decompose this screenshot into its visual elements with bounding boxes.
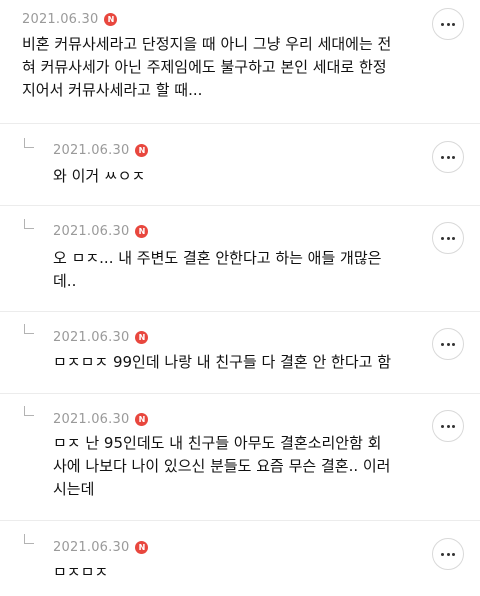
reply-arrow-icon: [24, 138, 34, 148]
comment-text: ㅁㅈ 난 95인데도 내 친구들 아무도 결혼소리안함 회 사에 나보다 나이 …: [53, 434, 391, 498]
reply-comment-item: 2021.06.30 N 오 ㅁㅈ... 내 주변도 결혼 안한다고 하는 애들…: [0, 206, 480, 311]
comment-text: ㅁㅈㅁㅈ: [53, 563, 109, 581]
reply-comment-item: 2021.06.30 N ㅁㅈ 난 95인데도 내 친구들 아무도 결혼소리안함…: [0, 394, 480, 520]
comment-meta: 2021.06.30 N: [53, 540, 149, 555]
comment-date: 2021.06.30: [53, 224, 130, 239]
comment-text: ㅁㅈㅁㅈ 99인데 나랑 내 친구들 다 결혼 안 한다고 함: [53, 353, 392, 371]
more-options-button[interactable]: [432, 410, 464, 442]
comment-text: 오 ㅁㅈ... 내 주변도 결혼 안한다고 하는 애들 개많은 데..: [53, 249, 382, 290]
new-badge: N: [135, 225, 149, 238]
comment-meta: 2021.06.30 N: [53, 224, 149, 239]
new-badge: N: [104, 13, 118, 26]
comment-meta: 2021.06.30 N: [22, 12, 118, 27]
reply-comment-item: 2021.06.30 N 와 이거 ㅆㅇㅈ: [0, 124, 480, 205]
comment-date: 2021.06.30: [53, 143, 130, 158]
comment-meta: 2021.06.30 N: [53, 412, 149, 427]
reply-arrow-icon: [24, 219, 34, 229]
new-badge: N: [135, 144, 149, 157]
comment-date: 2021.06.30: [53, 412, 130, 427]
reply-arrow-icon: [24, 406, 34, 416]
comment-date: 2021.06.30: [22, 12, 99, 27]
comment-text: 비혼 커뮤사세라고 단정지을 때 아니 그냥 우리 세대에는 전 혀 커뮤사세가…: [22, 35, 392, 99]
comment-meta: 2021.06.30 N: [53, 330, 149, 345]
comment-date: 2021.06.30: [53, 540, 130, 555]
more-options-button[interactable]: [432, 538, 464, 570]
comment-date: 2021.06.30: [53, 330, 130, 345]
new-badge: N: [135, 541, 149, 554]
comment-meta: 2021.06.30 N: [53, 143, 149, 158]
comment-item: 2021.06.30 N 비혼 커뮤사세라고 단정지을 때 아니 그냥 우리 세…: [0, 0, 480, 123]
reply-comment-item: 2021.06.30 N ㅁㅈㅁㅈ 99인데 나랑 내 친구들 다 결혼 안 한…: [0, 312, 480, 393]
more-options-button[interactable]: [432, 222, 464, 254]
reply-arrow-icon: [24, 534, 34, 544]
comment-text: 와 이거 ㅆㅇㅈ: [53, 167, 146, 185]
new-badge: N: [135, 331, 149, 344]
more-options-button[interactable]: [432, 328, 464, 360]
reply-arrow-icon: [24, 324, 34, 334]
more-options-button[interactable]: [432, 141, 464, 173]
more-options-button[interactable]: [432, 8, 464, 40]
reply-comment-item: 2021.06.30 N ㅁㅈㅁㅈ: [0, 521, 480, 596]
new-badge: N: [135, 413, 149, 426]
